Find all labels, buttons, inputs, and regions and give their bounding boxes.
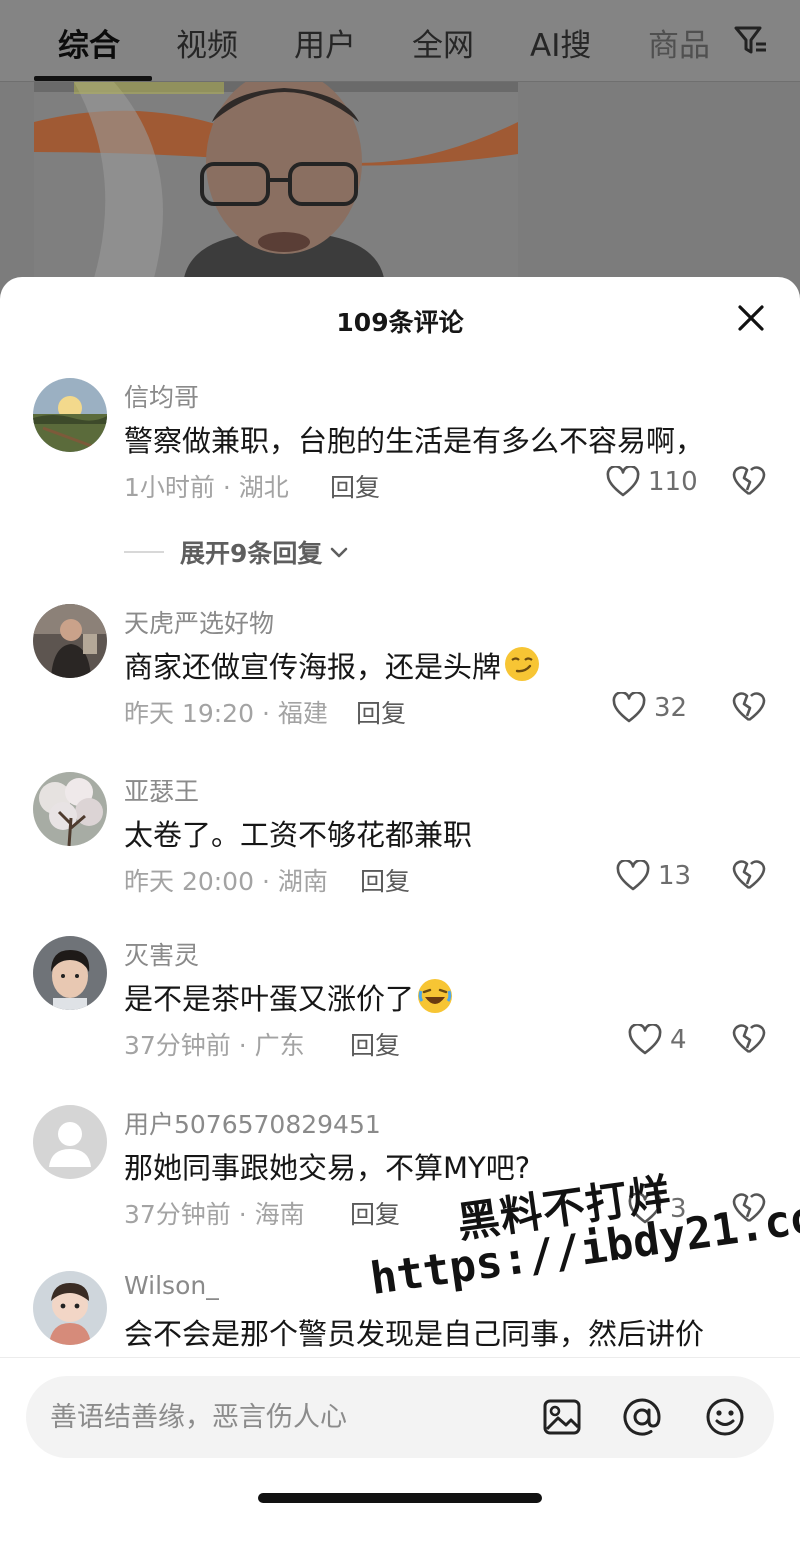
tab-users[interactable]: 用户 — [294, 20, 356, 65]
comment-time-location: 昨天 20:00 · 湖南 — [124, 867, 328, 896]
comment-username[interactable]: 信均哥 — [124, 378, 199, 414]
comment-time-location: 37分钟前 · 广东 — [124, 1031, 305, 1060]
avatar[interactable] — [33, 936, 107, 1010]
avatar[interactable] — [33, 604, 107, 678]
rofl-emoji-icon — [418, 979, 453, 1013]
image-icon[interactable] — [541, 1396, 583, 1438]
tab-video[interactable]: 视频 — [176, 20, 238, 65]
comment-username[interactable]: 亚瑟王 — [124, 772, 199, 808]
heart-outline-icon — [628, 1024, 662, 1055]
reply-button[interactable]: 回复 — [350, 1026, 400, 1062]
reply-button[interactable]: 回复 — [356, 694, 406, 730]
heart-outline-icon — [616, 860, 650, 891]
like-button[interactable]: 4 — [628, 1022, 687, 1058]
avatar[interactable] — [33, 378, 107, 452]
like-count: 13 — [658, 861, 692, 891]
comment-time-location: 1小时前 · 湖北 — [124, 473, 289, 502]
tab-comprehensive[interactable]: 综合 — [58, 20, 120, 65]
like-button[interactable]: 13 — [616, 858, 691, 894]
comment-input[interactable] — [50, 1398, 520, 1436]
broken-heart-icon[interactable] — [732, 1022, 766, 1056]
like-button[interactable]: 110 — [606, 464, 698, 500]
like-count: 32 — [654, 693, 688, 723]
comment-username[interactable]: Wilson_ — [124, 1271, 219, 1300]
comment-username[interactable]: 天虎严选好物 — [124, 604, 274, 640]
comment-text-content: 是不是茶叶蛋又涨价了 — [124, 982, 415, 1016]
search-tab-bar: 综合 视频 用户 全网 AI搜 商品 — [0, 0, 800, 82]
home-indicator[interactable] — [258, 1493, 542, 1503]
heart-outline-icon — [606, 466, 640, 497]
like-count: 110 — [648, 467, 698, 497]
smiley-icon[interactable] — [704, 1396, 746, 1438]
comment-time-location: 37分钟前 · 海南 — [124, 1200, 305, 1229]
reply-button[interactable]: 回复 — [330, 468, 380, 504]
close-icon[interactable] — [734, 301, 768, 335]
filter-icon[interactable] — [732, 22, 770, 60]
comment-composer — [26, 1376, 774, 1458]
comment-composer-area — [0, 1357, 800, 1542]
comment-time-location: 昨天 19:20 · 福建 — [124, 699, 328, 728]
expand-replies-label: 展开9条回复 — [180, 539, 323, 568]
avatar[interactable] — [33, 1271, 107, 1345]
comment-text: 警察做兼职，台胞的生活是有多么不容易啊， — [124, 424, 705, 458]
comment-text: 太卷了。工资不够花都兼职 — [124, 818, 473, 852]
tab-web[interactable]: 全网 — [412, 20, 474, 65]
comment-text: 是不是茶叶蛋又涨价了 — [124, 976, 454, 1018]
divider — [124, 551, 164, 553]
avatar[interactable] — [33, 1105, 107, 1179]
expand-replies-button[interactable]: 展开9条回复 — [124, 537, 350, 568]
video-thumbnail[interactable] — [34, 82, 518, 278]
reply-button[interactable]: 回复 — [360, 862, 410, 898]
avatar[interactable] — [33, 772, 107, 846]
tab-products[interactable]: 商品 — [648, 20, 710, 65]
tab-ai-search[interactable]: AI搜 — [530, 20, 591, 65]
like-count: 4 — [670, 1025, 687, 1055]
heart-outline-icon — [612, 692, 646, 723]
smirk-emoji-icon — [505, 647, 540, 681]
comment-text: 那她同事跟她交易，不算MY吧? — [124, 1151, 531, 1185]
comments-sheet: 109条评论 信均哥 警察做兼职，台胞的生活是有多么不容易啊， 1小时前 · 湖… — [0, 277, 800, 1542]
like-button[interactable]: 32 — [612, 690, 687, 726]
at-icon[interactable] — [621, 1396, 663, 1438]
broken-heart-icon[interactable] — [732, 464, 766, 498]
comment-text-content: 商家还做宣传海报，还是头牌 — [124, 650, 502, 684]
broken-heart-icon[interactable] — [732, 858, 766, 892]
comments-count-title: 109条评论 — [336, 308, 464, 337]
comment-text: 商家还做宣传海报，还是头牌 — [124, 644, 541, 686]
comment-username[interactable]: 灭害灵 — [124, 936, 199, 972]
active-tab-indicator — [34, 76, 152, 81]
broken-heart-icon[interactable] — [732, 690, 766, 724]
chevron-down-icon — [331, 547, 348, 558]
comment-username[interactable]: 用户5076570829451 — [124, 1105, 381, 1141]
